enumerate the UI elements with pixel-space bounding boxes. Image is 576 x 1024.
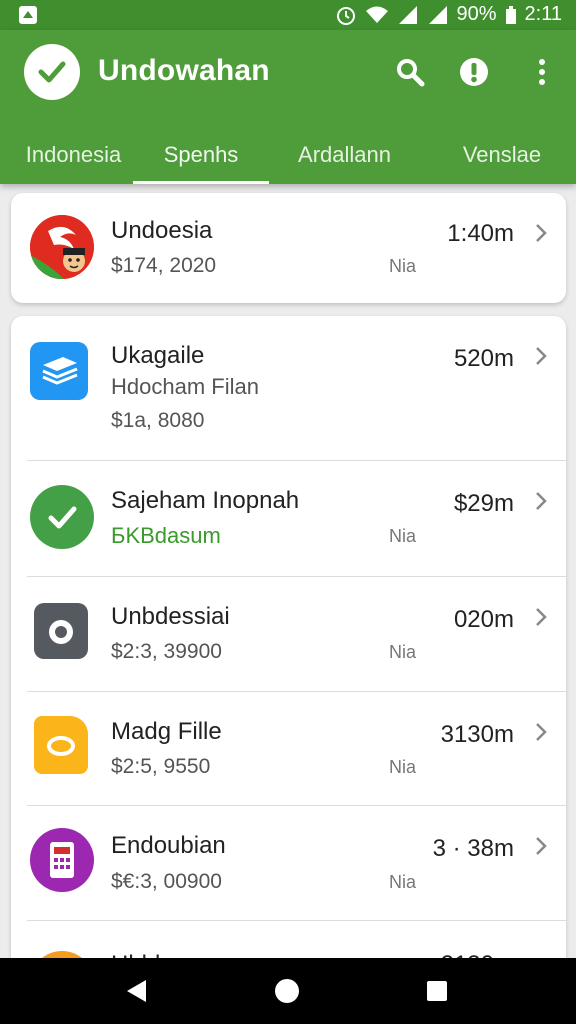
status-bar: 90% 2:11 [0, 0, 576, 30]
list-item[interactable]: Madg Fille $2:5, 9550 3130m Nia [11, 692, 566, 805]
tab-spenhs[interactable]: Spenhs [133, 126, 269, 184]
item-value: 020m [453, 606, 514, 633]
list-item[interactable]: Endoubian $€:3, 00900 3 · 38m Nia [11, 806, 566, 921]
battery-percent: 90% [456, 3, 497, 25]
navigation-bar [0, 958, 576, 1024]
status-time: 2:11 [524, 3, 562, 25]
more-vert-icon [539, 59, 545, 85]
item-price: $2:3, 39900 [111, 640, 222, 663]
item-price: $1а, 8080 [111, 409, 205, 432]
chevron-right-icon [536, 837, 547, 855]
item-subtitle: Hdocham Filan [111, 374, 259, 399]
more-options-button[interactable] [524, 54, 560, 90]
check-circle-icon [24, 44, 80, 100]
featured-price: $174, 2020 [111, 254, 217, 277]
featured-title: Undoesia [111, 217, 213, 244]
item-subtitle: БKBdasum [111, 523, 221, 548]
item-meta: Nia [389, 642, 417, 662]
item-title: Endoubian [111, 832, 226, 859]
tab-venslae[interactable]: Venslae [430, 126, 574, 184]
battery-icon [505, 5, 516, 24]
check-icon [30, 485, 94, 549]
chevron-right-icon [536, 347, 547, 365]
signal-icon [428, 5, 447, 24]
file-icon [34, 716, 88, 774]
chevron-right-icon [536, 723, 547, 741]
chevron-right-icon [536, 492, 547, 510]
camera-icon [34, 603, 88, 659]
tab-indonesia[interactable]: Indonesia [0, 126, 147, 184]
recents-icon[interactable] [424, 978, 450, 1004]
featured-value: 1:40m [447, 220, 514, 247]
item-meta: Nia [389, 757, 417, 777]
item-value: 520m [453, 345, 514, 372]
alert-icon [460, 58, 488, 86]
back-icon[interactable] [124, 978, 150, 1004]
item-title: Unbdessiai [111, 603, 230, 630]
item-title: Sajeham Inopnah [111, 487, 300, 514]
item-value: 3 · 38m [432, 835, 514, 862]
search-icon [397, 59, 425, 87]
home-icon[interactable] [274, 978, 300, 1004]
list-item[interactable]: Unbdessiai $2:3, 39900 020m Nia [11, 577, 566, 691]
chevron-right-icon [536, 224, 547, 242]
search-button[interactable] [392, 54, 428, 90]
item-price: $€:3, 00900 [111, 870, 222, 893]
wifi-icon [365, 6, 388, 23]
tab-indicator [133, 181, 269, 184]
item-meta: Nia [389, 872, 417, 892]
alarm-icon [336, 6, 355, 25]
item-title: Madg Fille [111, 718, 222, 745]
app-notification-icon [19, 6, 37, 24]
item-value: $29m [453, 490, 514, 517]
app-title: Undowahan [98, 54, 270, 87]
item-price: $2:5, 9550 [111, 755, 211, 778]
app-bar: Undowahan Indonesia Spenhs Ardallann Ven… [0, 30, 576, 184]
flag-emblem-icon [30, 215, 94, 279]
alert-button[interactable] [456, 54, 492, 90]
chevron-right-icon [536, 608, 547, 626]
item-title: Ukagaile [111, 342, 205, 369]
stack-icon [30, 342, 88, 400]
featured-card[interactable]: Undoesia $174, 2020 1:40m Nia [11, 193, 566, 303]
item-list: Ukagaile Hdocham Filan $1а, 8080 520m Sa… [11, 316, 566, 976]
item-meta: Nia [389, 526, 417, 546]
calculator-icon [30, 828, 94, 892]
item-value: 3130m [440, 721, 514, 748]
featured-meta: Nia [389, 256, 417, 276]
list-item[interactable]: Sajeham Inopnah БKBdasum $29m Nia [11, 461, 566, 576]
signal-icon [398, 5, 417, 24]
list-item[interactable]: Ukagaile Hdocham Filan $1а, 8080 520m [11, 316, 566, 460]
tab-ardallann[interactable]: Ardallann [272, 126, 417, 184]
tab-bar: Indonesia Spenhs Ardallann Venslae [0, 126, 576, 184]
